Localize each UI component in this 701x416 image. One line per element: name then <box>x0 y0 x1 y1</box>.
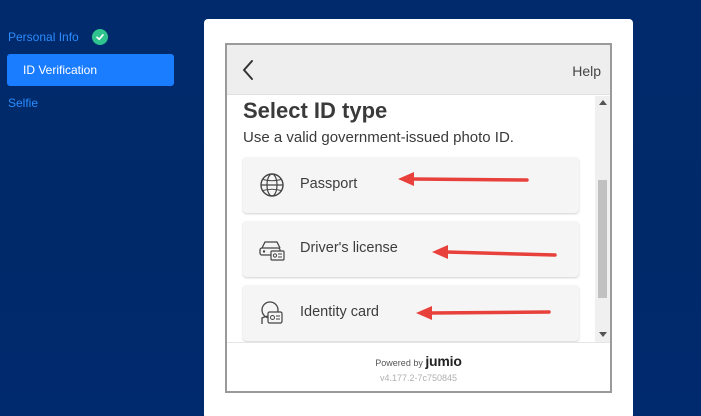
version-text: v4.177.2-7c750845 <box>379 373 458 383</box>
option-passport[interactable]: Passport <box>243 157 579 213</box>
option-drivers-license[interactable]: Driver's license <box>243 221 579 277</box>
step-personal-info-label: Personal Info <box>8 30 79 44</box>
globe-icon <box>260 173 284 197</box>
page-title: Select ID type <box>243 98 388 123</box>
scroll-down-arrow-icon[interactable] <box>599 332 607 337</box>
check-icon <box>91 29 108 45</box>
option-identity-card-label: Identity card <box>300 304 379 320</box>
powered-by-text: Powered by <box>375 358 423 368</box>
identity-card-icon <box>261 301 283 324</box>
step-id-verification[interactable]: ID Verification <box>7 54 174 86</box>
scroll-up-arrow-icon[interactable] <box>599 100 607 105</box>
id-type-content: Select ID type Use a valid government-is… <box>227 96 595 342</box>
option-passport-label: Passport <box>300 176 358 192</box>
back-button[interactable] <box>239 58 259 82</box>
widget-top-bar: Help <box>227 45 610 95</box>
option-drivers-license-label: Driver's license <box>300 240 398 256</box>
verification-card: Help Select ID type Use a valid governme… <box>204 19 633 416</box>
step-id-verification-label: ID Verification <box>23 63 98 77</box>
widget-footer: Powered by jumio v4.177.2-7c750845 <box>227 342 610 391</box>
step-selfie[interactable]: Selfie <box>8 96 38 110</box>
id-type-widget: Help Select ID type Use a valid governme… <box>225 43 612 393</box>
help-link[interactable]: Help <box>572 63 601 79</box>
powered-by: Powered by jumio <box>227 353 610 369</box>
car-license-icon <box>259 241 285 261</box>
jumio-logo: jumio <box>425 353 462 369</box>
scrollbar-thumb[interactable] <box>598 180 607 298</box>
step-selfie-label: Selfie <box>8 96 39 110</box>
step-personal-info[interactable]: Personal Info <box>8 28 108 46</box>
scrollbar[interactable] <box>595 96 610 342</box>
option-identity-card[interactable]: Identity card <box>243 285 579 341</box>
page-subtitle: Use a valid government-issued photo ID. <box>243 129 514 146</box>
chevron-left-icon <box>243 60 253 80</box>
